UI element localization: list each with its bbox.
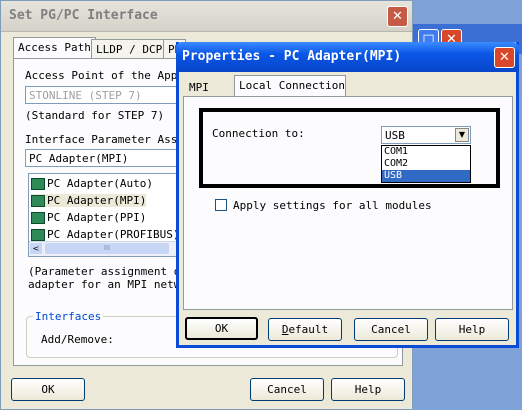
- access-point-note: (Standard for STEP 7): [25, 109, 165, 122]
- option-usb[interactable]: USB: [382, 170, 470, 182]
- close-icon[interactable]: ✕: [494, 47, 515, 68]
- interface-parameter-label: Interface Parameter Assig: [25, 133, 191, 146]
- network-adapter-icon: [31, 229, 45, 241]
- cancel-button[interactable]: Cancel: [250, 378, 324, 401]
- connection-options-list[interactable]: COM1 COM2 USB: [381, 145, 471, 183]
- chevron-down-icon[interactable]: ▼: [455, 128, 469, 142]
- help-button[interactable]: Help: [331, 378, 405, 401]
- close-icon[interactable]: ✕: [387, 6, 408, 27]
- help-button[interactable]: Help: [435, 318, 509, 341]
- apply-checkbox[interactable]: [215, 199, 227, 211]
- apply-label: Apply settings for all modules: [233, 199, 432, 212]
- option-com1[interactable]: COM1: [382, 146, 470, 158]
- ok-button[interactable]: OK: [11, 378, 85, 401]
- interface-parameter-field[interactable]: PC Adapter(MPI): [25, 149, 185, 167]
- tab-local-connection[interactable]: Local Connection: [234, 75, 346, 97]
- scroll-left-arrow[interactable]: <: [30, 243, 42, 254]
- horizontal-scrollbar[interactable]: < III: [29, 241, 187, 256]
- list-item[interactable]: PC Adapter(MPI): [31, 194, 147, 207]
- dialog-titlebar: Properties - PC Adapter(MPI) ✕: [176, 42, 519, 72]
- access-point-field[interactable]: STONLINE (STEP 7): [25, 86, 185, 104]
- list-item[interactable]: PC Adapter(Auto): [31, 177, 153, 190]
- tab-access-path[interactable]: Access Path: [13, 37, 96, 59]
- connection-dropdown[interactable]: USB ▼: [381, 126, 471, 144]
- access-point-label: Access Point of the Appli: [25, 69, 191, 82]
- network-adapter-icon: [31, 178, 45, 190]
- window-title: Set PG/PC Interface: [9, 8, 158, 23]
- tab-lldp-dcp[interactable]: LLDP / DCP: [91, 39, 168, 59]
- properties-dialog: Properties - PC Adapter(MPI) ✕ MPI Local…: [176, 42, 519, 348]
- default-button[interactable]: Default: [268, 318, 342, 341]
- ok-button[interactable]: OK: [185, 317, 258, 340]
- scroll-thumb[interactable]: III: [45, 243, 169, 254]
- connection-label: Connection to:: [212, 127, 305, 140]
- parameter-description: (Parameter assignment of adapter for an …: [28, 265, 187, 291]
- network-adapter-icon: [31, 195, 45, 207]
- interface-list[interactable]: PC Adapter(Auto) PC Adapter(MPI) PC Adap…: [28, 173, 188, 257]
- dialog-title: Properties - PC Adapter(MPI): [182, 49, 402, 64]
- list-item[interactable]: PC Adapter(PPI): [31, 211, 146, 224]
- option-com2[interactable]: COM2: [382, 158, 470, 170]
- add-remove-label: Add/Remove:: [41, 333, 114, 346]
- local-connection-panel: Connection to: USB ▼ COM1 COM2 USB Apply…: [183, 96, 513, 310]
- list-item[interactable]: PC Adapter(PROFIBUS): [31, 228, 179, 241]
- tab-mpi[interactable]: MPI: [185, 78, 213, 98]
- interfaces-group-title: Interfaces: [33, 310, 104, 323]
- cancel-button[interactable]: Cancel: [354, 318, 428, 341]
- window-titlebar: Set PG/PC Interface ✕: [1, 1, 412, 32]
- network-adapter-icon: [31, 212, 45, 224]
